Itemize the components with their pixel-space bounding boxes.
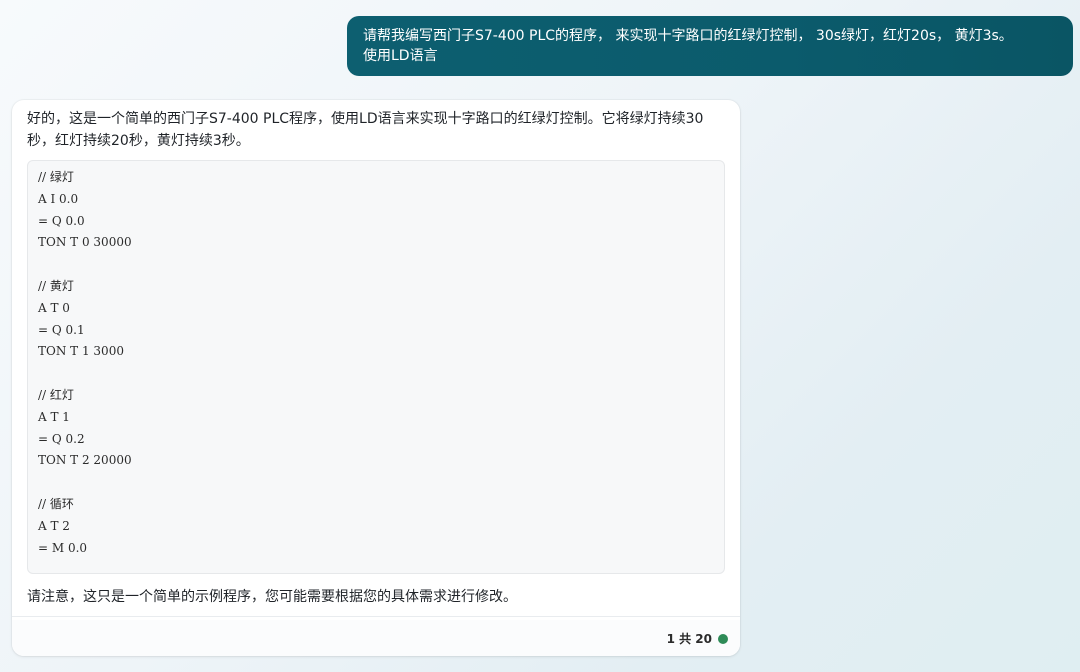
code-line: TON T 2 20000 — [38, 453, 132, 468]
code-line: A I 0.0 — [38, 191, 79, 206]
assistant-footer: 1 共 20 — [12, 620, 740, 656]
assistant-intro-text: 好的，这是一个简单的西门子S7-400 PLC程序，使用LD语言来实现十字路口的… — [27, 111, 704, 149]
code-block: // 绿灯 A I 0.0 = Q 0.0 TON T 0 30000 // 黄… — [27, 160, 725, 574]
user-message-bubble: 请帮我编写西门子S7-400 PLC的程序， 来实现十字路口的红绿灯控制， 30… — [347, 16, 1073, 76]
code-line: // 黄灯 — [38, 278, 74, 293]
user-message-line-2: 使用LD语言 — [363, 48, 438, 64]
user-message-line-1: 请帮我编写西门子S7-400 PLC的程序， 来实现十字路口的红绿灯控制， 30… — [363, 28, 1013, 44]
footer-divider — [12, 616, 740, 617]
code-line: = M 0.0 — [38, 540, 88, 555]
code-line: A T 1 — [38, 409, 70, 424]
code-line: = Q 0.2 — [38, 431, 85, 446]
code-line: // 循环 — [38, 496, 74, 511]
status-dot-icon — [718, 633, 728, 644]
response-pager: 1 共 20 — [667, 630, 728, 647]
code-line: // 红灯 — [38, 387, 74, 402]
code-line: = Q 0.1 — [38, 322, 85, 337]
code-line: = Q 0.0 — [38, 213, 85, 228]
pager-text: 1 共 20 — [666, 632, 712, 646]
assistant-note-text: 请注意，这只是一个简单的示例程序，您可能需要根据您的具体需求进行修改。 — [27, 589, 517, 605]
code-line: A T 0 — [38, 300, 70, 315]
code-line: TON T 0 30000 — [38, 235, 132, 250]
code-line: A T 2 — [38, 518, 70, 533]
code-line: // 绿灯 — [38, 170, 74, 184]
code-line: TON T 1 3000 — [38, 344, 124, 359]
assistant-message-card: 好的，这是一个简单的西门子S7-400 PLC程序，使用LD语言来实现十字路口的… — [12, 100, 740, 656]
